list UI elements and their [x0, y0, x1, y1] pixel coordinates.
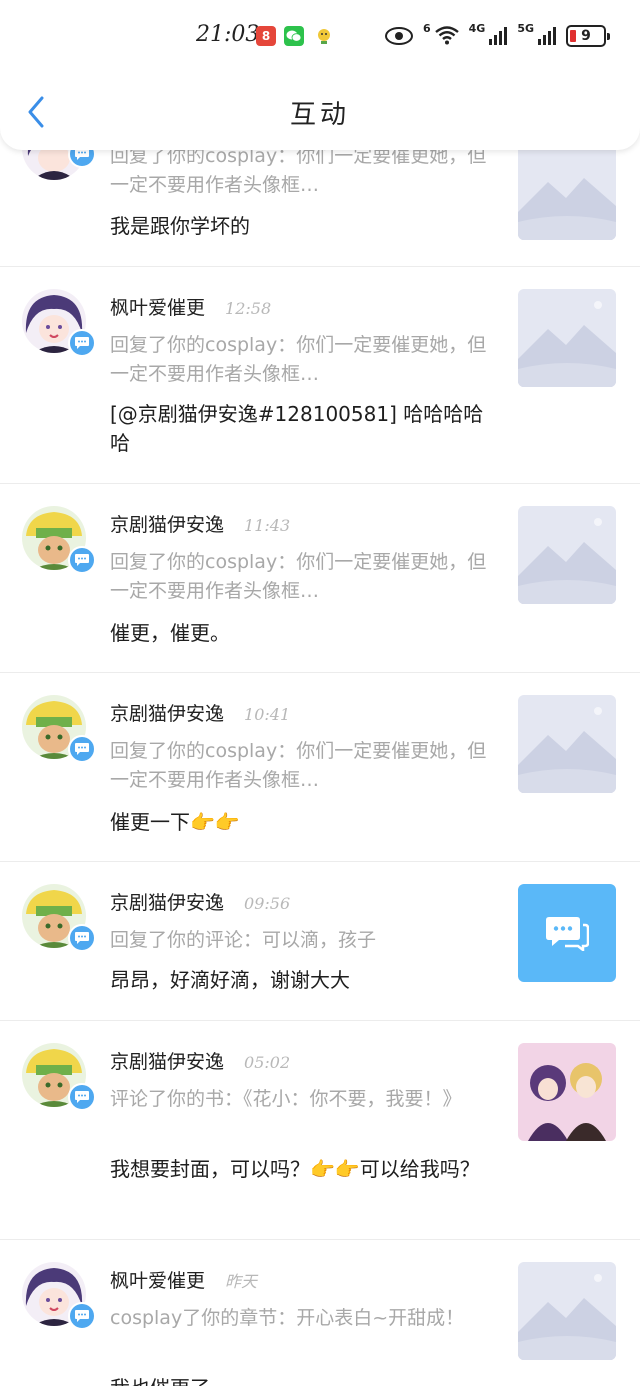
list-item[interactable]: 枫叶爱催更 12:58 回复了你的cosplay：你们一定要催更她，但一定不要用… [0, 267, 640, 484]
image-placeholder-icon[interactable] [518, 506, 616, 604]
page-title: 互动 [289, 100, 350, 130]
timestamp: 10:41 [244, 705, 291, 724]
app-header: 21:03 8 6 4G 5G 9 互动 [0, 0, 640, 150]
name-row: 枫叶爱催更 昨天 [110, 1266, 257, 1293]
list-item[interactable]: 京剧猫伊安逸 10:41 回复了你的cosplay：你们一定要催更她，但一定不要… [0, 673, 640, 862]
reply-content: 我也催更了 [110, 1374, 500, 1386]
mascot-notification-icon [314, 26, 334, 46]
timestamp: 昨天 [225, 1272, 258, 1291]
list-item[interactable]: 京剧猫伊安逸 09:56 回复了你的评论：可以滴，孩子 昂昂，好滴好滴，谢谢大大 [0, 862, 640, 1021]
battery-icon: 9 [566, 25, 610, 47]
network-4g-label: 4G [468, 21, 486, 35]
image-placeholder-icon[interactable] [518, 142, 616, 240]
book-cover-image[interactable] [518, 1043, 616, 1141]
signal-5g-icon [538, 27, 556, 45]
name-row: 枫叶爱催更 12:58 [110, 293, 271, 320]
list-item[interactable]: 京剧猫伊安逸 11:43 回复了你的cosplay：你们一定要催更她，但一定不要… [0, 484, 640, 673]
user-name[interactable]: 京剧猫伊安逸 [110, 1047, 224, 1074]
reply-quote: 评论了你的书：《花小：你不要，我要！》 [110, 1088, 462, 1110]
reply-quote: 回复了你的cosplay：你们一定要催更她，但一定不要用作者头像框… [110, 334, 487, 385]
list-item[interactable]: 枫叶爱催更 昨天 cosplay了你的章节：开心表白~开甜成！ 我也催更了 [0, 1240, 640, 1386]
comment-badge-icon [68, 1083, 96, 1111]
user-name[interactable]: 枫叶爱催更 [110, 293, 205, 320]
wifi-icon [434, 25, 459, 48]
reply-content: 催更一下👉👉 [110, 810, 240, 834]
network-5g-label: 5G [517, 21, 534, 35]
message-thumb-icon[interactable] [518, 884, 616, 982]
name-row: 京剧猫伊安逸 05:02 [110, 1047, 290, 1074]
reply-quote: 回复了你的cosplay：你们一定要催更她，但一定不要用作者头像框… [110, 145, 487, 196]
name-row: 京剧猫伊安逸 10:41 [110, 699, 290, 726]
comment-badge-icon [68, 546, 96, 574]
signal-4g-icon [489, 27, 508, 45]
comment-badge-icon [68, 735, 96, 763]
comment-badge-icon [68, 924, 96, 952]
comment-badge-icon [68, 329, 96, 357]
user-name[interactable]: 枫叶爱催更 [110, 1266, 205, 1293]
image-placeholder-icon[interactable] [518, 289, 616, 387]
comment-badge-icon [68, 1302, 96, 1330]
timestamp: 12:58 [225, 299, 272, 318]
reply-quote: 回复了你的cosplay：你们一定要催更她，但一定不要用作者头像框… [110, 551, 487, 602]
eye-protection-icon [384, 27, 413, 45]
status-time: 21:03 [196, 22, 260, 47]
name-row: 京剧猫伊安逸 09:56 [110, 888, 290, 915]
battery-level: 9 [581, 28, 591, 44]
status-bar: 21:03 8 6 4G 5G 9 [0, 20, 640, 52]
reply-quote: 回复了你的cosplay：你们一定要催更她，但一定不要用作者头像框… [110, 740, 487, 791]
user-name[interactable]: 京剧猫伊安逸 [110, 888, 224, 915]
nav-bar: 互动 [0, 84, 640, 140]
timestamp: 09:56 [244, 894, 291, 913]
image-placeholder-icon[interactable] [518, 1262, 616, 1360]
user-name[interactable]: 京剧猫伊安逸 [110, 699, 224, 726]
list-item[interactable]: 京剧猫伊安逸 05:02 评论了你的书：《花小：你不要，我要！》 我想要封面，可… [0, 1021, 640, 1240]
reply-content: 昂昂，好滴好滴，谢谢大大 [110, 968, 350, 992]
reply-content: 我想要封面，可以吗？👉👉可以给我吗？ [110, 1157, 480, 1181]
notification-app-icon: 8 [256, 26, 276, 46]
timestamp: 05:02 [244, 1053, 291, 1072]
user-name[interactable]: 京剧猫伊安逸 [110, 510, 224, 537]
reply-quote: cosplay了你的章节：开心表白~开甜成！ [110, 1307, 465, 1329]
name-row: 京剧猫伊安逸 11:43 [110, 510, 290, 537]
status-indicators: 6 4G 5G 9 [384, 21, 610, 50]
timestamp: 11:43 [244, 516, 291, 535]
reply-content: 催更，催更。 [110, 621, 230, 645]
wifi-tag: 6 [422, 21, 431, 35]
image-placeholder-icon[interactable] [518, 695, 616, 793]
reply-content: 我是跟你学坏的 [110, 214, 250, 238]
reply-quote: 回复了你的评论：可以滴，孩子 [110, 929, 377, 951]
reply-content: [@京剧猫伊安逸#128100581] 哈哈哈哈哈 [110, 402, 484, 455]
wechat-icon [284, 26, 304, 46]
